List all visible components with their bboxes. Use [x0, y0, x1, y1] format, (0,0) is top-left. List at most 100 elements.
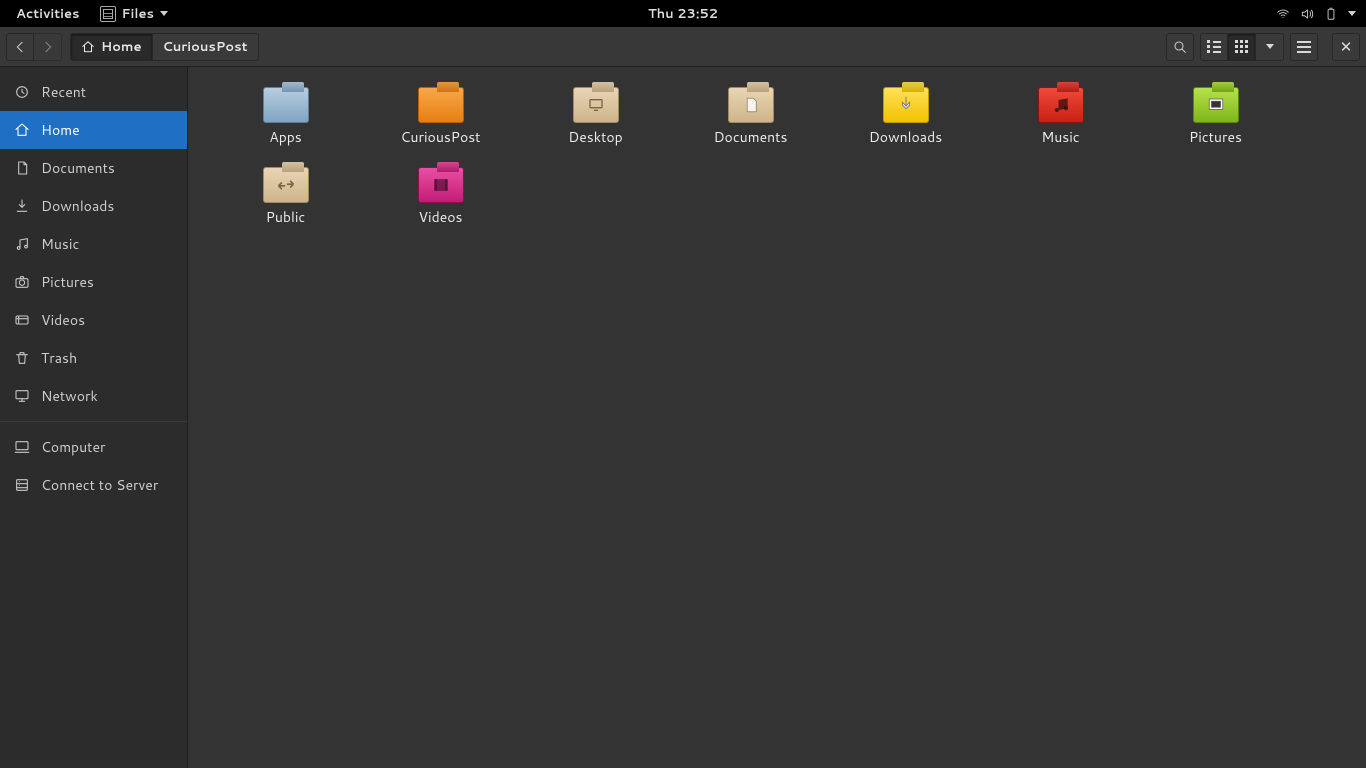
- headerbar: Home CuriousPost ✕: [0, 27, 1366, 67]
- app-menu-label: Files: [122, 5, 154, 23]
- battery-icon: [1324, 7, 1338, 21]
- sidebar-item-downloads[interactable]: Downloads: [0, 187, 187, 225]
- hamburger-icon: [1297, 41, 1311, 53]
- folder-label: Videos: [418, 207, 462, 227]
- server-icon: [14, 477, 30, 493]
- public-emblem-icon: [264, 168, 308, 202]
- wifi-icon: [1276, 7, 1290, 21]
- sidebar-item-label: Downloads: [41, 196, 114, 216]
- forward-button[interactable]: [34, 33, 62, 61]
- search-icon: [1172, 39, 1188, 55]
- folder-desktop[interactable]: Desktop: [518, 75, 673, 155]
- sidebar-item-documents[interactable]: Documents: [0, 149, 187, 187]
- folder-icon: [418, 167, 464, 203]
- list-icon: [1207, 40, 1221, 53]
- folder-label: Downloads: [869, 127, 942, 147]
- folder-icon: [1193, 87, 1239, 123]
- folder-label: Desktop: [568, 127, 622, 147]
- sidebar-item-trash[interactable]: Trash: [0, 339, 187, 377]
- sidebar-separator: [0, 421, 187, 422]
- folder-apps[interactable]: Apps: [208, 75, 363, 155]
- sidebar-item-network[interactable]: Network: [0, 377, 187, 415]
- sidebar-item-pictures[interactable]: Pictures: [0, 263, 187, 301]
- music-emblem-icon: [1039, 88, 1083, 122]
- chevron-right-icon: [40, 39, 56, 55]
- clock-label: Thu 23:52: [648, 5, 718, 23]
- sidebar-item-recent[interactable]: Recent: [0, 73, 187, 111]
- sidebar-item-label: Trash: [41, 348, 77, 368]
- folder-icon: [573, 87, 619, 123]
- sidebar-item-label: Videos: [41, 310, 85, 330]
- sidebar-item-label: Connect to Server: [41, 475, 158, 495]
- folder-label: Pictures: [1189, 127, 1242, 147]
- sidebar-item-computer[interactable]: Computer: [0, 428, 187, 466]
- list-view-button[interactable]: [1200, 33, 1228, 61]
- music-icon: [14, 236, 30, 252]
- sidebar-item-label: Network: [41, 386, 98, 406]
- video-icon: [14, 312, 30, 328]
- path-segment-label: Home: [101, 38, 142, 56]
- folder-icon: [1038, 87, 1084, 123]
- trash-icon: [14, 350, 30, 366]
- folder-label: Public: [266, 207, 306, 227]
- app-menu[interactable]: Files: [90, 0, 178, 27]
- view-switcher: [1200, 33, 1284, 61]
- folder-curiouspost[interactable]: CuriousPost: [363, 75, 518, 155]
- chevron-left-icon: [12, 39, 28, 55]
- places-sidebar: Recent Home Documents Downloads Music Picture…: [0, 67, 188, 768]
- doc-icon: [14, 160, 30, 176]
- hamburger-menu-button[interactable]: [1290, 33, 1318, 61]
- status-area[interactable]: [1276, 7, 1360, 21]
- home-icon: [14, 122, 30, 138]
- sidebar-item-label: Recent: [41, 82, 86, 102]
- sidebar-item-connect-to-server[interactable]: Connect to Server: [0, 466, 187, 504]
- folder-public[interactable]: Public: [208, 155, 363, 235]
- sidebar-item-label: Computer: [41, 437, 105, 457]
- sidebar-item-label: Documents: [41, 158, 115, 178]
- folder-label: Music: [1041, 127, 1079, 147]
- computer-icon: [14, 439, 30, 455]
- chevron-down-icon: [1348, 11, 1356, 16]
- clock-icon: [14, 84, 30, 100]
- path-segment-curiouspost[interactable]: CuriousPost: [153, 33, 259, 61]
- sidebar-item-videos[interactable]: Videos: [0, 301, 187, 339]
- folder-icon: [883, 87, 929, 123]
- top-panel: Activities Files Thu 23:52: [0, 0, 1366, 27]
- camera-icon: [14, 274, 30, 290]
- folder-label: CuriousPost: [401, 127, 481, 147]
- view-options-button[interactable]: [1256, 33, 1284, 61]
- back-button[interactable]: [6, 33, 34, 61]
- search-button[interactable]: [1166, 33, 1194, 61]
- path-segment-home[interactable]: Home: [70, 33, 153, 61]
- folder-label: Documents: [714, 127, 788, 147]
- folder-documents[interactable]: Documents: [673, 75, 828, 155]
- sidebar-item-label: Home: [41, 120, 80, 140]
- grid-view-button[interactable]: [1228, 33, 1256, 61]
- nav-buttons: [6, 33, 62, 61]
- folder-icon: [263, 167, 309, 203]
- folder-icon: [418, 87, 464, 123]
- sidebar-item-music[interactable]: Music: [0, 225, 187, 263]
- folder-music[interactable]: Music: [983, 75, 1138, 155]
- path-segment-label: CuriousPost: [163, 38, 248, 56]
- folder-downloads[interactable]: Downloads: [828, 75, 983, 155]
- close-icon: ✕: [1340, 39, 1353, 54]
- sidebar-item-home[interactable]: Home: [0, 111, 187, 149]
- home-icon: [81, 40, 95, 54]
- chevron-down-icon: [160, 11, 168, 16]
- doc-emblem-icon: [729, 88, 773, 122]
- folder-label: Apps: [269, 127, 302, 147]
- clock[interactable]: Thu 23:52: [648, 5, 718, 23]
- folder-icon: [263, 87, 309, 123]
- sidebar-item-label: Music: [41, 234, 79, 254]
- activities-button[interactable]: Activities: [6, 0, 90, 27]
- network-icon: [14, 388, 30, 404]
- folder-icon: [728, 87, 774, 123]
- icon-view[interactable]: Apps CuriousPost Desktop Documents Downloads…: [188, 67, 1366, 768]
- close-window-button[interactable]: ✕: [1332, 33, 1360, 61]
- files-app-icon: [100, 6, 116, 22]
- folder-pictures[interactable]: Pictures: [1138, 75, 1293, 155]
- sidebar-item-label: Pictures: [41, 272, 94, 292]
- files-window: Home CuriousPost ✕ Recent Home Documents Dow…: [0, 27, 1366, 768]
- folder-videos[interactable]: Videos: [363, 155, 518, 235]
